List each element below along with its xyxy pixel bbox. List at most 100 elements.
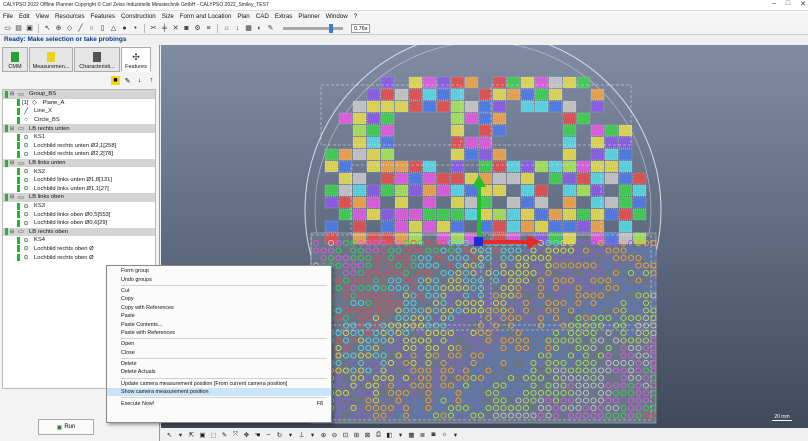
sphere-icon[interactable]: ● (120, 24, 129, 33)
zoom-area-icon[interactable]: ⊠ (363, 430, 372, 439)
menu-item-view[interactable]: View (36, 13, 49, 20)
tree-group-row[interactable]: ⊟ ▭ LB rechts oben (3, 227, 155, 237)
zoom-slider-knob[interactable] (329, 23, 333, 33)
zoom-in-icon[interactable]: ⊕ (319, 430, 328, 439)
cursor-icon[interactable]: ⇱ (187, 430, 196, 439)
collapse-icon[interactable]: ⊟ (10, 229, 17, 235)
rotate-icon[interactable]: ↻ (275, 430, 284, 439)
hand-icon[interactable]: ☚ (253, 430, 262, 439)
context-menu-item[interactable]: Copy with References (107, 304, 331, 312)
dropdown-icon[interactable]: ▾ (396, 430, 405, 439)
menu-item-window[interactable]: Window (326, 13, 348, 20)
axis-icon[interactable]: ⟂ (297, 430, 306, 439)
run-button[interactable]: ▣ Run (38, 419, 94, 435)
menu-item-cad[interactable]: CAD (256, 13, 269, 20)
tree-feature-row[interactable]: ⊙ Lochbild links oben Ø0,6[29] (3, 219, 155, 228)
tree-feature-row[interactable]: ⊙ Lochbild rechts oben Ø (3, 253, 155, 262)
transform-icon[interactable]: ⤧ (231, 430, 240, 439)
tab-measurement[interactable]: Measuremen... (29, 47, 73, 72)
context-menu-item[interactable]: Paste Contents... (107, 320, 331, 328)
menu-item-features[interactable]: Features (91, 13, 115, 20)
select-arrow-icon[interactable]: ↖ (165, 430, 174, 439)
menu-item-file[interactable]: File (3, 13, 13, 20)
tree-group-row[interactable]: ⊟ ▭ LB rechts unten (3, 124, 155, 133)
arrow-down-icon[interactable]: ↓ (135, 76, 144, 85)
zoom-slider[interactable] (283, 23, 343, 33)
plane-icon[interactable]: ◇ (65, 24, 74, 33)
tree-feature-row[interactable]: ⊙ Lochbild rechts oben Ø (3, 245, 155, 254)
tree-feature-row[interactable]: ⊙ KS2 (3, 167, 155, 176)
menu-item-construction[interactable]: Construction (121, 13, 156, 20)
collapse-icon[interactable]: ⊟ (10, 160, 17, 166)
line-icon[interactable]: ╱ (76, 24, 85, 33)
menu-item-resources[interactable]: Resources (55, 13, 85, 20)
dropdown-icon[interactable]: ▾ (308, 430, 317, 439)
minimize-button[interactable]: – (772, 0, 776, 8)
tree-group-row[interactable]: ⊟ ▭ LB links unten (3, 158, 155, 168)
cmm-icon[interactable]: ⌂ (222, 24, 231, 33)
context-menu-item[interactable]: Open (107, 340, 331, 348)
context-menu-item[interactable]: Cut (107, 287, 331, 295)
arrow-icon[interactable]: ↖ (43, 24, 52, 33)
close-button[interactable]: ✕ (800, 0, 806, 8)
menu-item-planner[interactable]: Planner (298, 13, 319, 20)
zoom-window-icon[interactable]: ⊞ (352, 430, 361, 439)
highlight-icon[interactable]: ■ (111, 76, 120, 85)
cube-icon[interactable]: ⬚ (209, 430, 218, 439)
stylus-icon[interactable]: ↓ (233, 24, 242, 33)
context-menu-item[interactable]: Close (107, 349, 331, 357)
tree-group-row[interactable]: ⊟ ▭ Group_BS (3, 90, 155, 99)
dropdown-icon[interactable]: ▾ (176, 430, 185, 439)
tree-feature-row[interactable]: ○ Circle_BS (3, 116, 155, 125)
pan-icon[interactable]: ⇔ (264, 430, 273, 439)
camera-icon[interactable]: ◙ (182, 24, 191, 33)
move-icon[interactable]: ✥ (242, 430, 251, 439)
tree-feature-row[interactable]: ⊙ Lochbild links unten Ø1,1[27] (3, 185, 155, 194)
tab-cmm[interactable]: CMM (2, 47, 28, 72)
scissors-icon[interactable]: ✂ (149, 24, 158, 33)
target-icon[interactable]: ⊕ (54, 24, 63, 33)
shading-icon[interactable]: ◧ (385, 430, 394, 439)
light-icon[interactable]: ☼ (440, 430, 449, 439)
tree-group-row[interactable]: ⊟ ▭ LB links oben (3, 193, 155, 202)
zoom-value[interactable]: 0.76x (351, 23, 371, 33)
tree-feature-row[interactable]: ╱ Line_X (3, 107, 155, 116)
tree-feature-row[interactable]: ⊙ KS3 (3, 202, 155, 211)
context-menu-item[interactable]: Delete Actuals (107, 368, 331, 376)
tree-feature-row[interactable]: ⊙ KS4 (3, 236, 155, 245)
context-menu-item[interactable]: Undo groups (107, 275, 331, 283)
layers-icon[interactable]: ≣ (418, 430, 427, 439)
tab-features[interactable]: ✣ Features (121, 47, 151, 72)
tab-characteristics[interactable]: Characteristi... (74, 47, 120, 72)
zoom-out-icon[interactable]: ⊖ (330, 430, 339, 439)
tree-feature-row[interactable]: ⊙ KS1 (3, 133, 155, 142)
collapse-icon[interactable]: ⊟ (10, 91, 17, 97)
settings-icon[interactable]: ⚙ (193, 24, 202, 33)
context-menu-item[interactable]: Delete (107, 360, 331, 368)
tree-feature-row[interactable]: ⊙ Lochbild links unten Ø1,8[131] (3, 176, 155, 185)
list-icon[interactable]: ≡ (204, 24, 213, 33)
zoom-fit-icon[interactable]: ⊡ (341, 430, 350, 439)
menu-item-edit[interactable]: Edit (19, 13, 30, 20)
menu-item-[interactable]: ? (354, 13, 357, 20)
snapshot-icon[interactable]: ◙ (429, 430, 438, 439)
edit-pencil-icon[interactable]: ✎ (123, 76, 132, 85)
tree-feature-row[interactable]: [1] ◇ Plane_A (3, 99, 155, 108)
print-icon[interactable]: ⎙ (374, 430, 383, 439)
box-view-icon[interactable]: ▣ (198, 430, 207, 439)
save-icon[interactable]: ▣ (25, 24, 34, 33)
cylinder-icon[interactable]: ▯ (98, 24, 107, 33)
context-menu-item[interactable]: Execute Now! F8 (107, 399, 331, 407)
pin-icon[interactable]: ✎ (266, 24, 275, 33)
tree-feature-row[interactable]: ⊙ Lochbild rechts unten Ø2,2[78] (3, 150, 155, 159)
grid-icon[interactable]: ▦ (244, 24, 253, 33)
menu-item-form-and-location[interactable]: Form and Location (180, 13, 232, 20)
tree-feature-row[interactable]: ⊙ Lochbild rechts unten Ø2,1[258] (3, 142, 155, 151)
dropdown-icon[interactable]: ▾ (286, 430, 295, 439)
context-menu-item[interactable]: Paste with References (107, 329, 331, 337)
cone-icon[interactable]: △ (109, 24, 118, 33)
pencil-icon[interactable]: ✎ (220, 430, 229, 439)
maximize-button[interactable]: □ (786, 0, 790, 8)
collapse-icon[interactable]: ⊟ (10, 194, 17, 200)
collapse-icon[interactable]: ⊟ (10, 126, 17, 132)
